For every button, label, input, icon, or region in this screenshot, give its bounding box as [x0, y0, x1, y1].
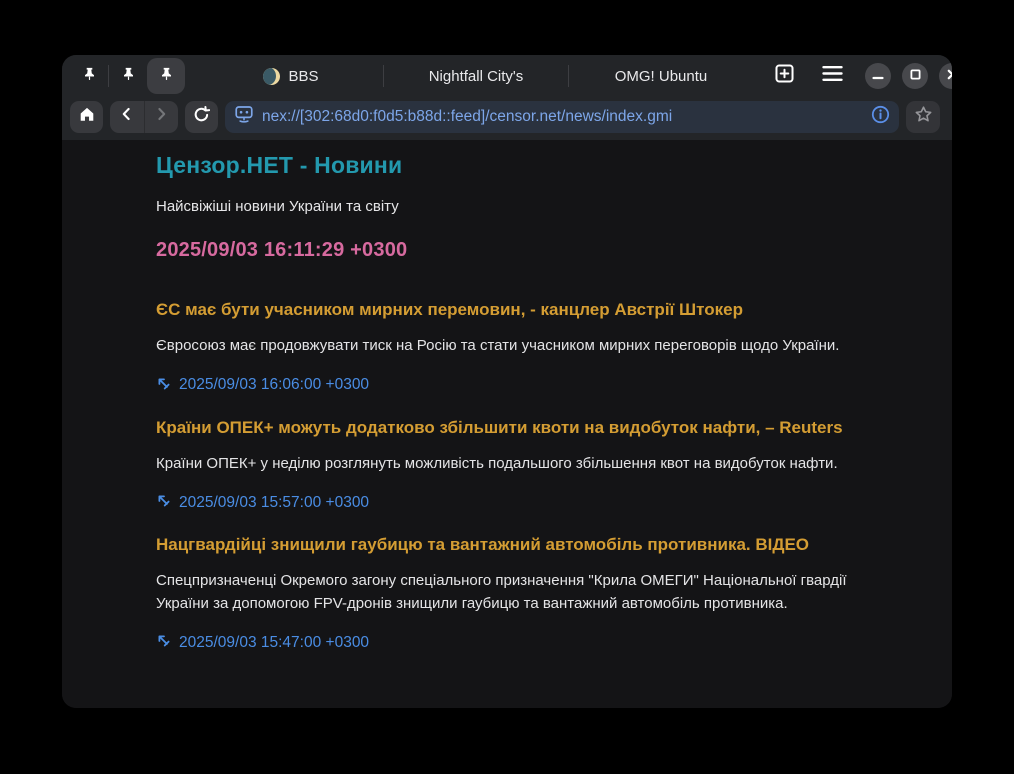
close-icon [947, 67, 953, 85]
news-article: Нацгвардійці знищили гаубицю та вантажни… [156, 534, 858, 652]
article-title: ЄС має бути учасником мирних перемовин, … [156, 299, 858, 321]
news-article: Країни ОПЕК+ можуть додатково збільшити … [156, 417, 858, 513]
article-summary: Євросоюз має продовжувати тиск на Росію … [156, 335, 858, 358]
tab-bar: BBS Nightfall City's OMG! Ubuntu [62, 55, 952, 97]
back-button[interactable] [111, 101, 144, 133]
close-button[interactable] [939, 63, 952, 89]
link-arrow-icon [156, 493, 170, 512]
maximize-button[interactable] [902, 63, 928, 89]
moon-icon [263, 68, 280, 85]
pin-icon [121, 66, 136, 87]
minimize-icon [872, 67, 884, 85]
page-info-icon[interactable] [871, 105, 890, 129]
pin-icon [82, 66, 97, 87]
article-timestamp: 2025/09/03 16:06:00 +0300 [179, 376, 369, 394]
article-timestamp-link[interactable]: 2025/09/03 15:47:00 +0300 [156, 633, 369, 652]
news-article: ЄС має бути учасником мирних перемовин, … [156, 299, 858, 395]
page-title: Цензор.НЕТ - Новини [156, 152, 858, 179]
reload-button[interactable] [185, 101, 218, 133]
tab-bbs[interactable]: BBS [199, 58, 383, 94]
article-title: Країни ОПЕК+ можуть додатково збільшити … [156, 417, 858, 439]
article-summary: Країни ОПЕК+ у неділю розглянуть можливі… [156, 453, 858, 476]
bookmark-button[interactable] [906, 101, 940, 133]
tab-label: BBS [288, 68, 318, 85]
home-button[interactable] [70, 101, 103, 133]
forward-icon [153, 106, 169, 127]
page-subtitle: Найсвіжіші новини України та світу [156, 198, 858, 215]
tab-label: Nightfall City's [429, 68, 524, 85]
feed-timestamp-heading: 2025/09/03 16:11:29 +0300 [156, 239, 858, 262]
browser-window: BBS Nightfall City's OMG! Ubuntu [62, 55, 952, 708]
article-timestamp-link[interactable]: 2025/09/03 15:57:00 +0300 [156, 493, 369, 512]
back-icon [119, 106, 135, 127]
url-bar[interactable]: nex://[302:68d0:f0d5:b88d::feed]/censor.… [225, 101, 899, 133]
page-content: Цензор.НЕТ - Новини Найсвіжіші новини Ук… [62, 140, 952, 708]
article-timestamp: 2025/09/03 15:57:00 +0300 [179, 494, 369, 512]
article-timestamp-link[interactable]: 2025/09/03 16:06:00 +0300 [156, 376, 369, 395]
forward-button[interactable] [145, 101, 178, 133]
article-title: Нацгвардійці знищили гаубицю та вантажни… [156, 534, 858, 556]
navigation-bar: nex://[302:68d0:f0d5:b88d::feed]/censor.… [62, 97, 952, 140]
pinned-tab-2[interactable] [109, 58, 147, 94]
minimize-button[interactable] [865, 63, 891, 89]
tab-nightfall-citys[interactable]: Nightfall City's [384, 58, 568, 94]
article-summary: Спецпризначенці Окремого загону спеціаль… [156, 570, 858, 615]
menu-button[interactable] [815, 59, 849, 93]
link-arrow-icon [156, 633, 170, 652]
article-timestamp: 2025/09/03 15:47:00 +0300 [179, 634, 369, 652]
maximize-icon [910, 67, 921, 85]
home-icon [78, 105, 96, 128]
pinned-tab-3-active[interactable] [147, 58, 185, 94]
new-tab-button[interactable] [767, 59, 801, 93]
terminal-icon [235, 105, 253, 128]
tab-omg-ubuntu[interactable]: OMG! Ubuntu [569, 58, 753, 94]
url-text[interactable]: nex://[302:68d0:f0d5:b88d::feed]/censor.… [262, 108, 862, 126]
star-icon [914, 105, 933, 129]
tab-label: OMG! Ubuntu [615, 68, 708, 85]
history-button-group [110, 101, 178, 133]
link-arrow-icon [156, 376, 170, 395]
pinned-tab-1[interactable] [70, 58, 108, 94]
pin-icon [159, 66, 174, 87]
new-tab-icon [775, 64, 794, 88]
hamburger-icon [822, 65, 843, 87]
reload-icon [193, 106, 210, 128]
